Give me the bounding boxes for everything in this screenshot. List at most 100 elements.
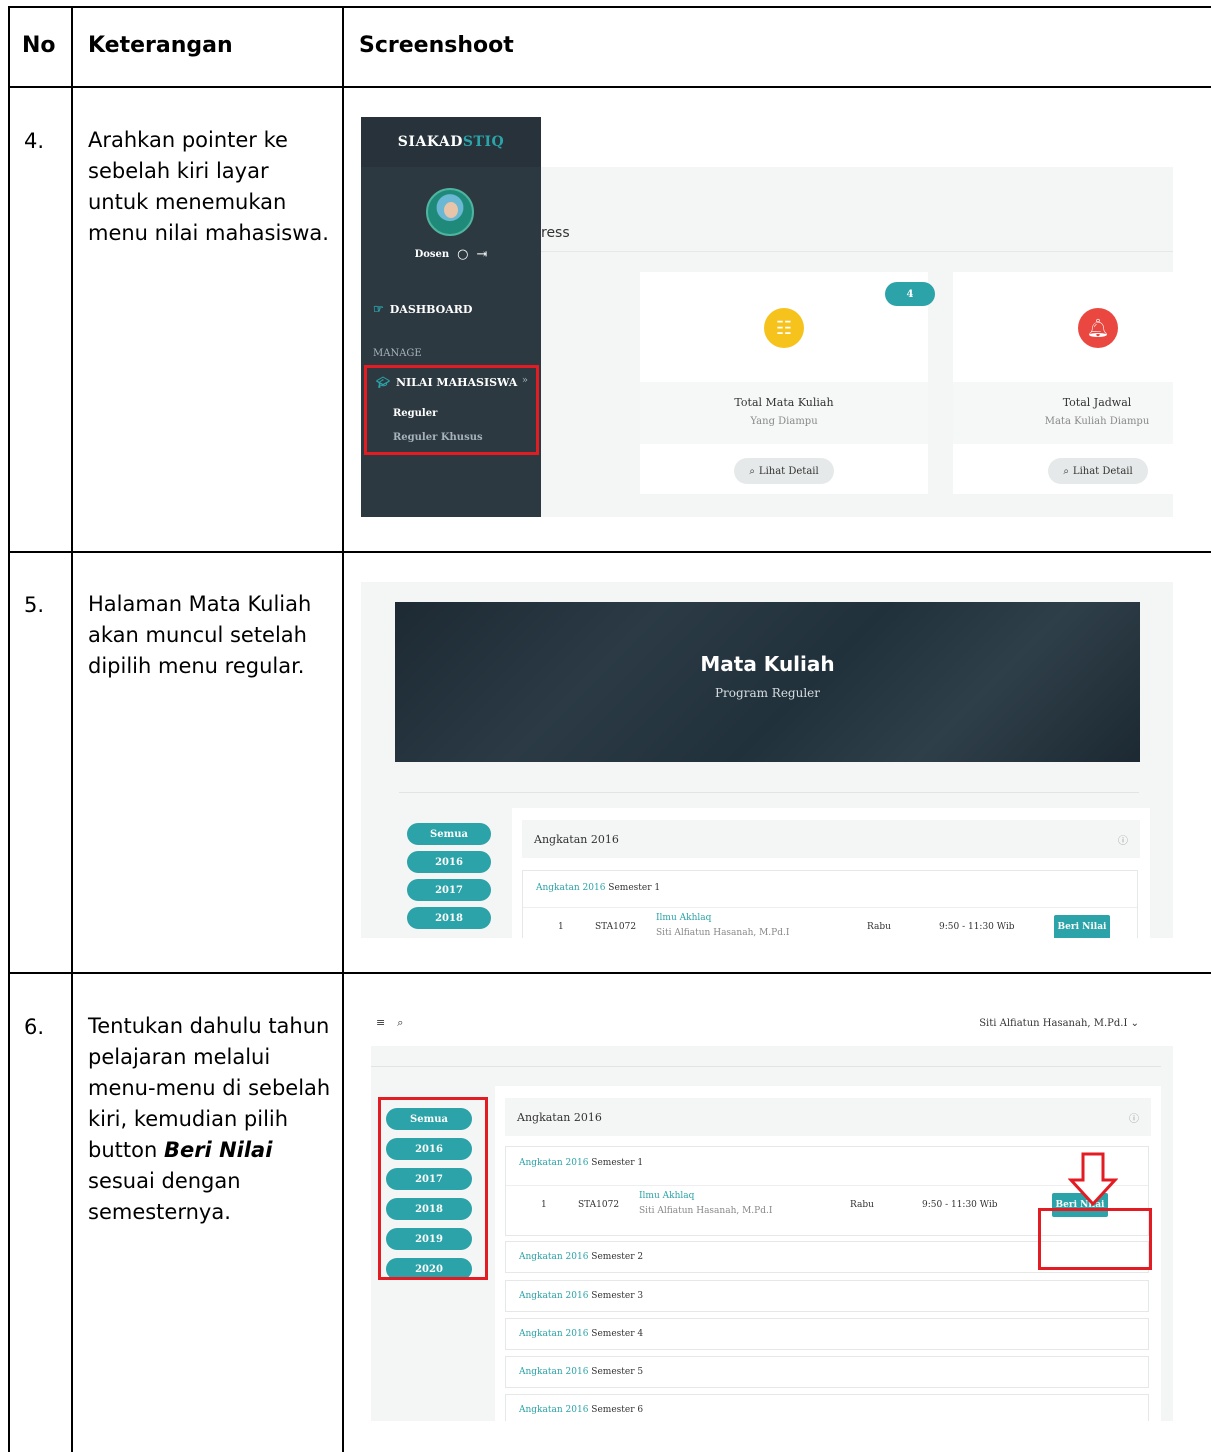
panel-title: Angkatan 2016 [517,1110,602,1124]
semester-angkatan: Angkatan 2016 [519,1367,589,1377]
graduation-cap-icon: 🎓︎ [376,376,390,389]
description-emphasis: Beri Nilai [163,1138,273,1162]
semester-block: Angkatan 2016 Semester 1 1 STA1072 Ilmu … [522,870,1138,938]
card-title: Total Mata Kuliah [734,396,834,409]
lihat-detail-button[interactable]: ⌕ Lihat Detail [734,458,834,484]
semester-title[interactable]: Angkatan 2016 Semester 1 [506,1147,1148,1168]
avatar[interactable] [426,188,474,236]
panel-header: Angkatan 2016 ⓘ [522,820,1140,858]
course-panel: Angkatan 2016 ⓘ Angkatan 2016 Semester 1… [495,1086,1161,1421]
year-filter-button[interactable]: 2018 [407,907,491,929]
dashboard-main: ress ☷ Total Mata Kuliah Yang Diampu ⌕ L… [541,167,1173,517]
semester-angkatan: Angkatan 2016 [519,1405,589,1415]
course-lecturer: Siti Alfiatun Hasanah, M.Pd.I [639,1206,773,1216]
bell-icon: 🔔︎ [1078,308,1118,348]
search-icon: ⌕ [1063,465,1069,477]
drop-icon[interactable]: ○ [457,247,468,262]
count-badge: 4 [885,282,935,306]
help-icon[interactable]: ⓘ [1129,1110,1139,1125]
year-filter-button[interactable]: 2016 [407,851,491,873]
table-border-left [8,6,10,1452]
table-border-col2 [342,6,344,1452]
semester-title: Angkatan 2016 Semester 5 [506,1357,1148,1377]
sidebar-item-dashboard[interactable]: ☞ DASHBOARD [373,302,472,316]
semester-title: Angkatan 2016 Semester 6 [506,1395,1148,1415]
semester-angkatan: Angkatan 2016 [536,883,606,893]
chevron-down-icon[interactable]: » [522,375,528,386]
year-filter-button[interactable]: 2017 [407,879,491,901]
year-filter-button[interactable]: Semua [407,823,491,845]
panel-title: Angkatan 2016 [534,832,619,846]
button-label: Lihat Detail [1072,465,1133,477]
divider [371,1066,1161,1067]
semester-label: Semester 4 [591,1329,644,1339]
row-description: Arahkan pointer ke sebelah kiri layar un… [88,128,329,245]
year-filter-list: Semua 2016 2017 2018 [407,823,491,929]
row-number: 5. [24,593,45,617]
semester-block[interactable]: Angkatan 2016 Semester 5 [505,1356,1149,1388]
semester-angkatan: Angkatan 2016 [519,1329,589,1339]
button-label: Lihat Detail [758,465,819,477]
brand-logo[interactable]: SIAKAD STIQ [361,117,541,167]
user-row: Dosen ○ ⇥ [361,244,541,264]
course-code: STA1072 [578,1200,620,1210]
sidebar-item-label: NILAI MAHASISWA [395,376,518,389]
course-code: STA1072 [595,922,637,932]
beri-nilai-button[interactable]: Beri Nilai [1054,915,1110,938]
card-title: Total Jadwal [1062,396,1132,409]
navbar-left: ≡ ⌕ [376,1016,403,1030]
user-menu-label: Siti Alfiatun Hasanah, M.Pd.I [979,1018,1128,1029]
semester-block[interactable]: Angkatan 2016 Semester 4 [505,1318,1149,1350]
sidebar-subitem-reguler[interactable]: Reguler [393,408,437,419]
semester-title[interactable]: Angkatan 2016 Semester 1 [523,871,1137,893]
table-border-top [8,6,1211,8]
highlight-box: 🎓︎ NILAI MAHASISWA » Reguler Reguler Khu… [364,365,539,455]
course-no: 1 [558,922,564,932]
card-subtitle: Mata Kuliah Diampu [1044,416,1150,427]
row-description: Halaman Mata Kuliah akan muncul setelah … [88,592,312,678]
user-menu[interactable]: Siti Alfiatun Hasanah, M.Pd.I ⌄ [979,1018,1139,1029]
content-area: Semua 2016 2017 2018 2019 2020 Angkatan … [371,1046,1173,1421]
course-time: 9:50 - 11:30 Wib [922,1200,998,1210]
avatar-face [444,202,458,218]
page-subtitle: Program Reguler [714,686,821,700]
table-border-header [8,86,1211,88]
semester-title: Angkatan 2016 Semester 4 [506,1319,1148,1339]
sidebar-item-nilai-mahasiswa[interactable]: 🎓︎ NILAI MAHASISWA [376,376,517,389]
course-lecturer: Siti Alfiatun Hasanah, M.Pd.I [656,928,790,938]
sidebar-item-label: DASHBOARD [389,302,473,316]
course-name[interactable]: Ilmu Akhlaq [656,913,711,923]
logout-icon[interactable]: ⇥ [477,247,488,262]
screenshot-mata-kuliah: Mata Kuliah Program Reguler Semua 2016 2… [361,582,1173,938]
stat-card: 🔔︎ Total Jadwal Mata Kuliah Diampu ⌕ Lih… [953,272,1173,494]
course-time: 9:50 - 11:30 Wib [939,922,1015,932]
semester-angkatan: Angkatan 2016 [519,1252,589,1262]
user-role: Dosen [414,248,450,260]
semester-block[interactable]: Angkatan 2016 Semester 6 [505,1394,1149,1421]
sidebar-subitem-reguler-khusus[interactable]: Reguler Khusus [393,432,483,443]
header-keterangan: Keterangan [88,33,233,58]
semester-block[interactable]: Angkatan 2016 Semester 3 [505,1280,1149,1312]
hamburger-icon[interactable]: ≡ [376,1016,385,1030]
help-icon[interactable]: ⓘ [1118,832,1128,847]
course-name[interactable]: Ilmu Akhlaq [639,1191,694,1201]
sidebar: SIAKAD STIQ Dosen ○ ⇥ ☞ DASHBOARD MANAGE … [361,117,541,517]
table-row: 1 STA1072 Ilmu Akhlaq Siti Alfiatun Hasa… [523,907,1137,938]
sidebar-section-label: MANAGE [373,348,422,359]
screenshot-beri-nilai: ≡ ⌕ Siti Alfiatun Hasanah, M.Pd.I ⌄ Semu… [361,1004,1173,1421]
lihat-detail-button[interactable]: ⌕ Lihat Detail [1048,458,1148,484]
semester-angkatan: Angkatan 2016 [519,1158,589,1168]
page-title: Mata Kuliah [700,652,835,676]
divider [541,251,1173,252]
course-day: Rabu [867,922,891,932]
panel-header: Angkatan 2016 ⓘ [505,1098,1151,1136]
chevron-down-icon: ⌄ [1130,1018,1139,1029]
highlight-box [378,1097,488,1280]
card-band [953,382,1173,444]
row-number: 6. [24,1015,45,1039]
highlight-box [1038,1208,1152,1270]
header-screenshoot: Screenshoot [359,33,514,58]
course-no: 1 [541,1200,547,1210]
search-icon[interactable]: ⌕ [397,1016,403,1030]
hero-banner: Mata Kuliah Program Reguler [395,602,1140,762]
